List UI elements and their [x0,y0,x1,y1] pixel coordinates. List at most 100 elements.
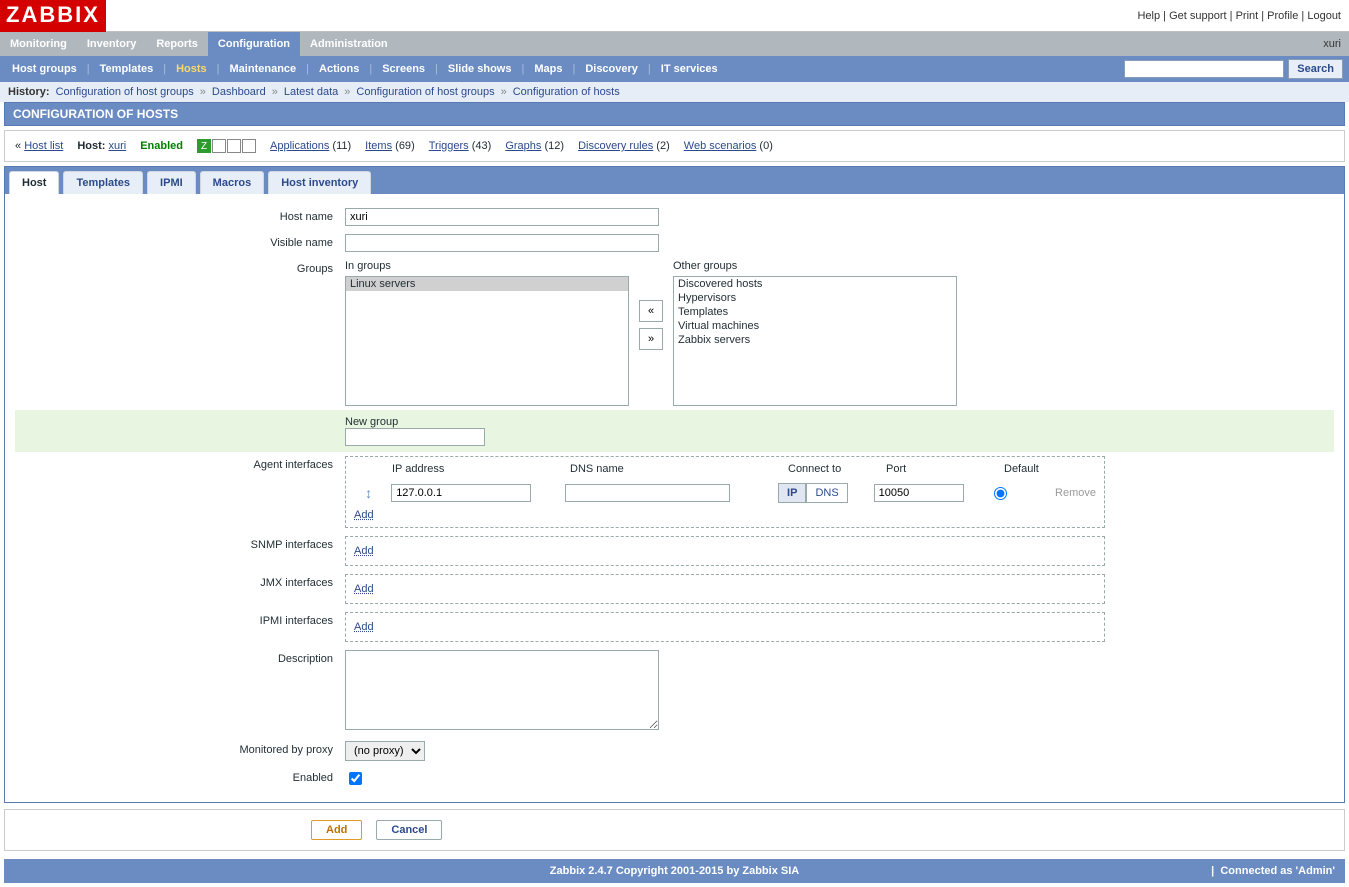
agent-availability-icon: Z [197,139,211,153]
submenu-slideshows[interactable]: Slide shows [442,63,518,75]
dns-input[interactable] [565,484,730,502]
tab-hostinventory[interactable]: Host inventory [268,171,371,194]
drag-handle-icon[interactable]: ↕ [354,485,383,501]
add-ipmi-interface-link[interactable]: Add [354,621,374,633]
submenu-actions[interactable]: Actions [313,63,365,75]
tabstrip: Host Templates IPMI Macros Host inventor… [5,167,1344,194]
support-link[interactable]: Get support [1169,10,1226,22]
status-badge: Enabled [140,140,183,152]
availability-indicators: Z [197,139,256,153]
graphs-link[interactable]: Graphs [505,140,541,152]
menu-administration[interactable]: Administration [300,32,398,56]
footer-copyright: Zabbix 2.4.7 Copyright 2001-2015 by Zabb… [550,865,799,877]
host-name-link[interactable]: xuri [108,140,126,152]
menu-reports[interactable]: Reports [146,32,208,56]
ip-input[interactable] [391,484,531,502]
webscenarios-link[interactable]: Web scenarios [684,140,757,152]
history-item[interactable]: Configuration of hosts [513,86,620,98]
logo[interactable]: ZABBIX [0,0,106,32]
visiblename-input[interactable] [345,234,659,252]
add-snmp-interface-link[interactable]: Add [354,545,374,557]
jmx-availability-icon [227,139,241,153]
submenu-maintenance[interactable]: Maintenance [224,63,303,75]
add-button[interactable]: Add [311,820,362,840]
newgroup-input[interactable] [345,428,485,446]
discoveryrules-link[interactable]: Discovery rules [578,140,653,152]
submenu-discovery[interactable]: Discovery [579,63,644,75]
connect-ip-button[interactable]: IP [778,483,806,503]
list-item[interactable]: Zabbix servers [674,333,956,347]
main-menu: Monitoring Inventory Reports Configurati… [0,32,1349,56]
ipmi-interfaces-label: IPMI interfaces [15,612,345,627]
menu-monitoring[interactable]: Monitoring [0,32,77,56]
move-left-button[interactable]: « [639,300,663,322]
list-item[interactable]: Virtual machines [674,319,956,333]
help-link[interactable]: Help [1137,10,1160,22]
add-agent-interface-link[interactable]: Add [354,509,374,521]
form-actions: Add Cancel [4,809,1345,851]
ipmi-availability-icon [242,139,256,153]
history-item[interactable]: Dashboard [212,86,266,98]
visiblename-label: Visible name [15,234,345,249]
header-ip: IP address [392,463,562,475]
applications-link[interactable]: Applications [270,140,329,152]
hostlist-link[interactable]: Host list [24,140,63,152]
sub-menu: Host groups| Templates| Hosts| Maintenan… [0,56,1349,82]
tab-templates[interactable]: Templates [63,171,143,194]
enabled-checkbox[interactable] [349,772,362,785]
enabled-label: Enabled [15,769,345,784]
history-item[interactable]: Latest data [284,86,338,98]
newgroup-label: New group [345,416,485,428]
triggers-link[interactable]: Triggers [429,140,469,152]
submenu-hostgroups[interactable]: Host groups [6,63,83,75]
proxy-select[interactable]: (no proxy) [345,741,425,761]
remove-interface-link[interactable]: Remove [1055,487,1096,499]
groups-label: Groups [15,260,345,275]
connect-dns-button[interactable]: DNS [806,483,847,503]
list-item[interactable]: Templates [674,305,956,319]
history-label: History: [8,86,50,98]
items-link[interactable]: Items [365,140,392,152]
profile-link[interactable]: Profile [1267,10,1298,22]
header-dns: DNS name [570,463,740,475]
search-button[interactable]: Search [1288,59,1343,79]
move-right-button[interactable]: » [639,328,663,350]
footer: Zabbix 2.4.7 Copyright 2001-2015 by Zabb… [4,859,1345,883]
agent-interfaces-label: Agent interfaces [15,456,345,471]
host-summary-bar: « Host list Host: xuri Enabled Z Applica… [4,130,1345,162]
hostname-label: Host name [15,208,345,223]
other-groups-listbox[interactable]: Discovered hosts Hypervisors Templates V… [673,276,957,406]
logout-link[interactable]: Logout [1307,10,1341,22]
host-label: Host: [77,140,105,152]
header-connect: Connect to [788,463,878,475]
history-item[interactable]: Configuration of host groups [56,86,194,98]
history-item[interactable]: Configuration of host groups [356,86,494,98]
add-jmx-interface-link[interactable]: Add [354,583,374,595]
tab-macros[interactable]: Macros [200,171,265,194]
submenu-templates[interactable]: Templates [94,63,160,75]
current-user-label: xuri [1323,38,1341,50]
snmp-availability-icon [212,139,226,153]
breadcrumb: History: Configuration of host groups» D… [0,82,1349,102]
tab-ipmi[interactable]: IPMI [147,171,196,194]
in-groups-listbox[interactable]: Linux servers [345,276,629,406]
print-link[interactable]: Print [1236,10,1259,22]
tab-host[interactable]: Host [9,171,59,194]
description-input[interactable] [345,650,659,730]
hostname-input[interactable] [345,208,659,226]
list-item[interactable]: Discovered hosts [674,277,956,291]
default-radio[interactable] [994,487,1007,500]
port-input[interactable] [874,484,964,502]
search-input[interactable] [1124,60,1284,78]
menu-inventory[interactable]: Inventory [77,32,147,56]
list-item[interactable]: Hypervisors [674,291,956,305]
cancel-button[interactable]: Cancel [376,820,442,840]
list-item[interactable]: Linux servers [346,277,628,291]
submenu-screens[interactable]: Screens [376,63,431,75]
submenu-itservices[interactable]: IT services [655,63,724,75]
menu-configuration[interactable]: Configuration [208,32,300,56]
submenu-hosts[interactable]: Hosts [170,63,213,75]
submenu-maps[interactable]: Maps [528,63,568,75]
top-links: Help | Get support | Print | Profile | L… [1137,10,1341,22]
page-title: CONFIGURATION OF HOSTS [4,102,1345,126]
